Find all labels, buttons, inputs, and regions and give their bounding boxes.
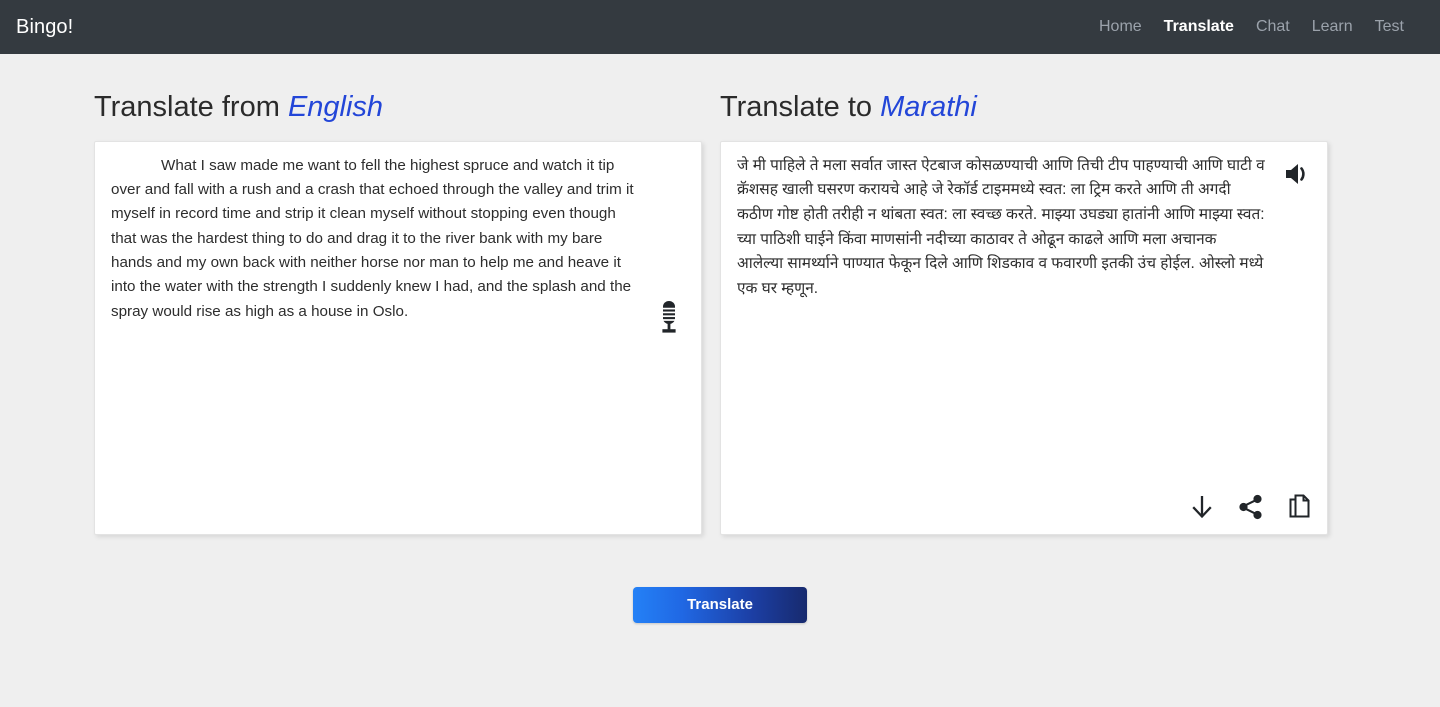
nav-link-learn[interactable]: Learn xyxy=(1312,19,1353,35)
nav-link-translate[interactable]: Translate xyxy=(1164,19,1234,35)
main-content: Translate from English What I saw made m… xyxy=(0,54,1440,623)
brand-logo[interactable]: Bingo! xyxy=(16,17,73,37)
copy-icon[interactable] xyxy=(1287,492,1313,522)
source-language-label[interactable]: English xyxy=(288,91,383,123)
download-icon[interactable] xyxy=(1189,493,1215,521)
target-action-icons xyxy=(1189,492,1313,522)
nav-links: Home Translate Chat Learn Test xyxy=(1099,19,1424,35)
source-textarea-container[interactable]: What I saw made me want to fell the high… xyxy=(94,140,702,535)
speaker-icon[interactable] xyxy=(1283,160,1313,188)
share-icon[interactable] xyxy=(1237,493,1265,521)
source-title-prefix: Translate from xyxy=(94,91,280,123)
translate-button[interactable]: Translate xyxy=(633,586,807,623)
target-title-prefix: Translate to xyxy=(720,91,873,123)
source-panel-title: Translate from English xyxy=(94,54,702,141)
target-panel-title: Translate to Marathi xyxy=(720,54,1328,141)
source-panel: Translate from English What I saw made m… xyxy=(0,54,720,535)
source-text[interactable]: What I saw made me want to fell the high… xyxy=(95,142,701,334)
target-language-label[interactable]: Marathi xyxy=(880,91,977,123)
nav-link-test[interactable]: Test xyxy=(1375,19,1404,35)
top-navbar: Bingo! Home Translate Chat Learn Test xyxy=(0,0,1440,54)
translate-panels: Translate from English What I saw made m… xyxy=(0,54,1440,535)
target-textarea-container[interactable]: जे मी पाहिले ते मला सर्वात जास्त ऐटबाज क… xyxy=(720,140,1328,535)
nav-link-chat[interactable]: Chat xyxy=(1256,19,1290,35)
nav-link-home[interactable]: Home xyxy=(1099,19,1142,35)
target-panel: Translate to Marathi जे मी पाहिले ते मला… xyxy=(720,54,1440,535)
microphone-icon[interactable] xyxy=(654,300,684,334)
translate-button-row: Translate xyxy=(0,535,1440,623)
target-text[interactable]: जे मी पाहिले ते मला सर्वात जास्त ऐटबाज क… xyxy=(721,142,1327,312)
